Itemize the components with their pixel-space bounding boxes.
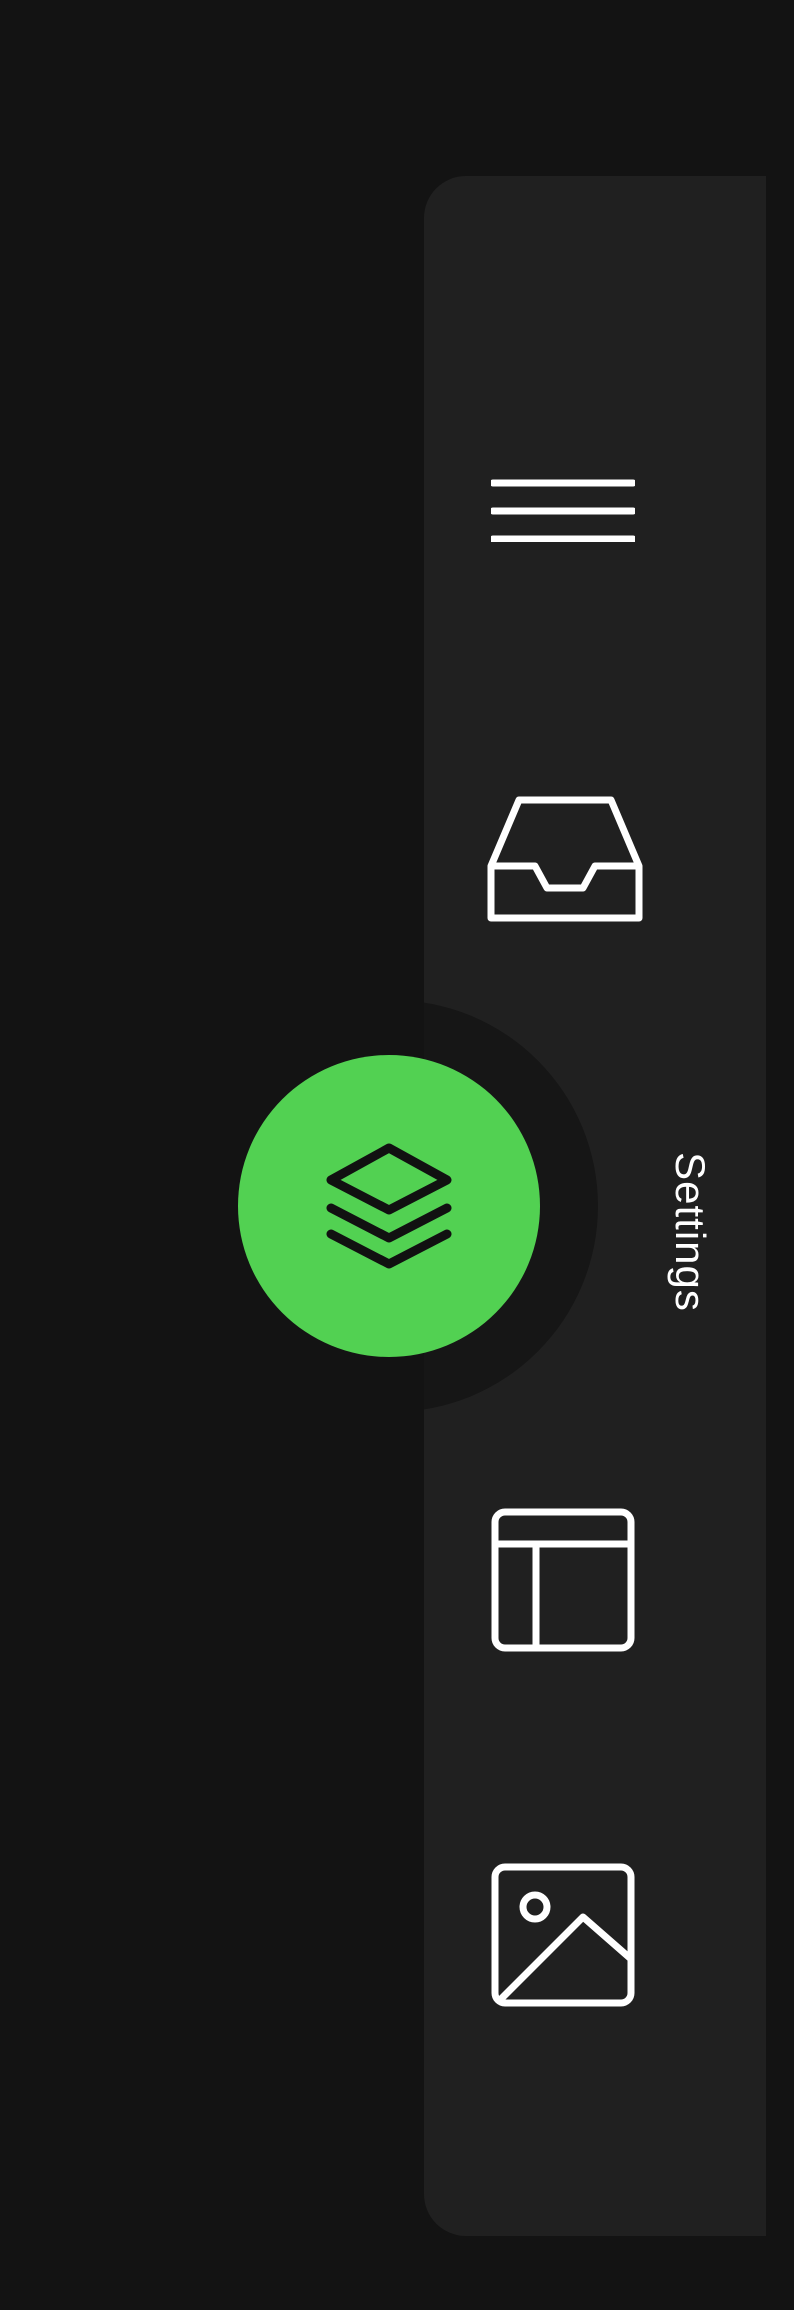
image-button[interactable] xyxy=(488,1860,638,2010)
layers-fab-button[interactable] xyxy=(238,1055,540,1357)
image-icon xyxy=(491,1863,635,2007)
sidebar-edge xyxy=(766,176,794,2236)
menu-icon xyxy=(491,479,635,542)
inbox-icon xyxy=(487,796,643,922)
inbox-button[interactable] xyxy=(480,790,650,930)
app-window: Settings xyxy=(0,0,794,2310)
layers-icon xyxy=(326,1143,452,1269)
settings-label[interactable]: Settings xyxy=(666,1152,714,1312)
menu-button[interactable] xyxy=(488,450,638,570)
layout-icon xyxy=(491,1508,635,1652)
layout-button[interactable] xyxy=(488,1505,638,1655)
